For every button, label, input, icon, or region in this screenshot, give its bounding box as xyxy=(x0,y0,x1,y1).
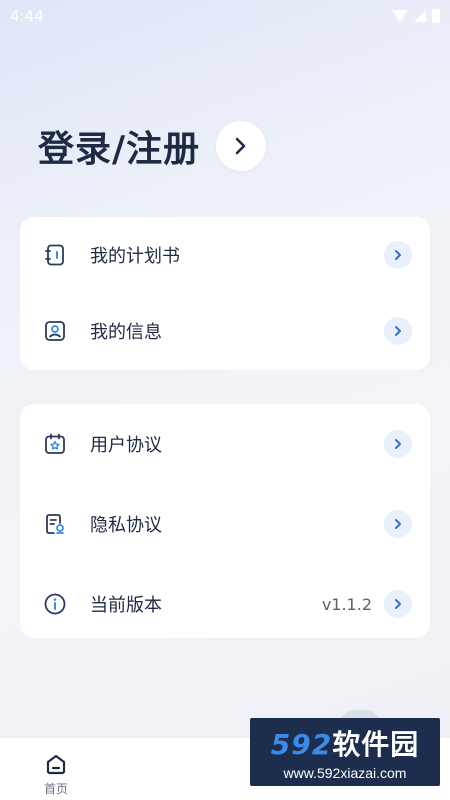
version-value: v1.1.2 xyxy=(321,594,372,614)
menu-item-my-plans[interactable]: 我的计划书 xyxy=(20,217,430,293)
account-card: 我的计划书 我的信息 xyxy=(20,217,430,370)
menu-item-privacy-agreement[interactable]: 隐私协议 xyxy=(20,484,430,564)
battery-icon xyxy=(432,9,440,23)
menu-item-user-agreement[interactable]: 用户协议 xyxy=(20,404,430,484)
tab-home[interactable]: 首页 xyxy=(0,738,112,797)
watermark-url: www.592xiazai.com xyxy=(283,765,407,781)
chevron-right-icon[interactable] xyxy=(384,317,412,345)
chevron-right-icon[interactable] xyxy=(384,510,412,538)
menu-item-label: 当前版本 xyxy=(90,595,162,616)
menu-item-label: 隐私协议 xyxy=(90,515,162,536)
calendar-star-icon xyxy=(42,431,68,457)
chevron-right-icon[interactable] xyxy=(384,241,412,269)
menu-item-label: 我的计划书 xyxy=(90,246,180,267)
menu-item-current-version[interactable]: 当前版本 v1.1.2 xyxy=(20,564,430,644)
login-arrow-button[interactable] xyxy=(216,121,267,171)
watermark: 592软件园 www.592xiazai.com xyxy=(250,718,440,786)
watermark-text: 软件园 xyxy=(332,728,420,761)
notebook-icon xyxy=(42,242,68,268)
status-bar: 4:44 xyxy=(0,0,450,32)
status-icons xyxy=(392,9,440,23)
login-title[interactable]: 登录/注册 xyxy=(38,120,200,172)
watermark-logo: 592软件园 xyxy=(271,723,419,763)
wifi-icon xyxy=(392,10,408,22)
login-register-row[interactable]: 登录/注册 xyxy=(38,120,267,172)
chevron-right-icon[interactable] xyxy=(384,430,412,458)
profile-icon xyxy=(42,318,68,344)
menu-item-label: 用户协议 xyxy=(90,435,162,456)
privacy-doc-icon xyxy=(42,511,68,537)
menu-item-my-info[interactable]: 我的信息 xyxy=(20,293,430,369)
chevron-right-icon xyxy=(235,137,246,155)
home-icon xyxy=(46,754,66,775)
info-icon xyxy=(42,591,68,617)
status-time: 4:44 xyxy=(10,7,44,25)
menu-item-label: 我的信息 xyxy=(90,322,162,343)
signal-icon xyxy=(414,10,426,22)
watermark-number: 592 xyxy=(270,728,333,761)
about-card: 用户协议 隐私协议 当前版本 v1.1.2 xyxy=(20,404,430,638)
tab-home-label: 首页 xyxy=(43,782,68,796)
chevron-right-icon[interactable] xyxy=(384,590,412,618)
